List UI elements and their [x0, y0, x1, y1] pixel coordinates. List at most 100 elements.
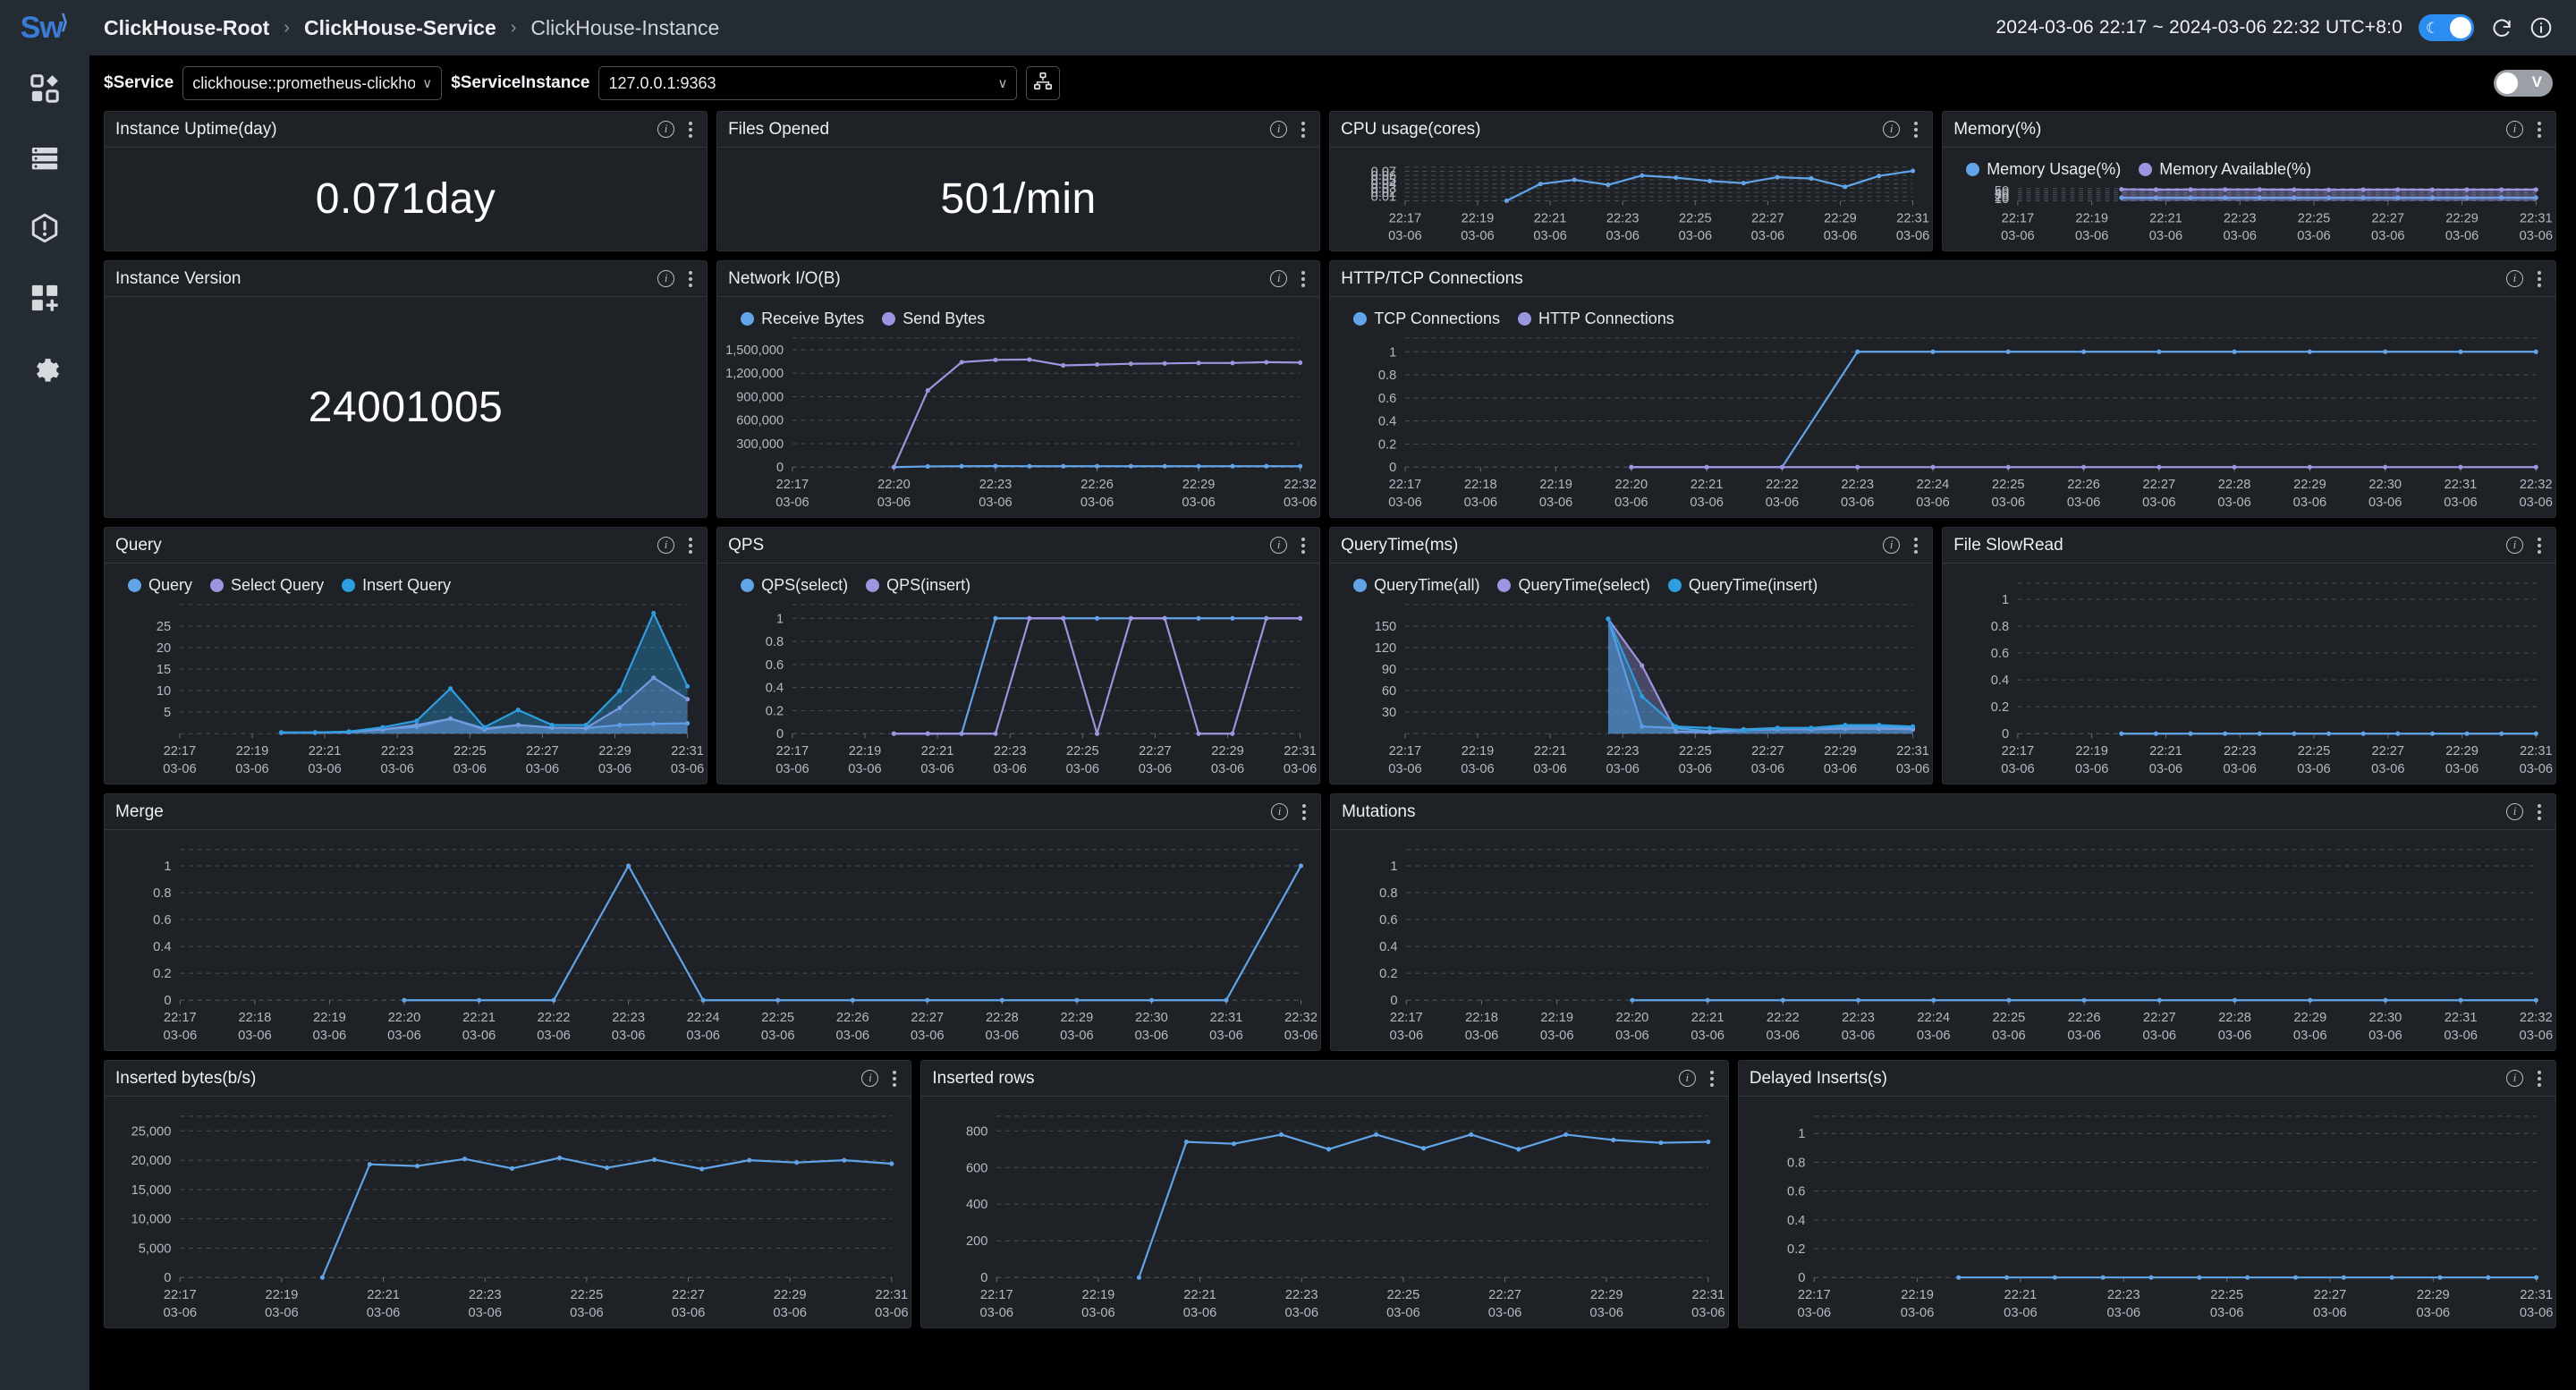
svg-text:03-06: 03-06: [1615, 1029, 1649, 1043]
time-range-picker[interactable]: 2024-03-06 22:17 ~ 2024-03-06 22:32 UTC+…: [1996, 17, 2402, 38]
svg-text:03-06: 03-06: [2520, 229, 2553, 243]
more-vertical-icon[interactable]: [1912, 120, 1919, 140]
panel-title: Delayed Inserts(s): [1749, 1068, 1887, 1088]
info-icon[interactable]: i: [2506, 1070, 2523, 1087]
svg-text:22:21: 22:21: [309, 744, 342, 759]
svg-text:22:19: 22:19: [1462, 211, 1495, 225]
svg-text:03-06: 03-06: [2218, 1029, 2252, 1043]
chart-canvas[interactable]: 0 0.2 0.4 0.6 0.8 1 22:17 03-06 22:18 03-06 22:19 0…: [1330, 297, 2555, 517]
more-vertical-icon[interactable]: [687, 269, 694, 289]
svg-text:03-06: 03-06: [1183, 1306, 1217, 1320]
chart-canvas[interactable]: 0 0.2 0.4 0.6 0.8 1 22:17 03-06 22:19 03-06 22:21 0…: [1739, 1097, 2555, 1327]
breadcrumb-item-service[interactable]: ClickHouse-Service: [304, 16, 496, 40]
chart-canvas[interactable]: 30 60 90 120 150 22:17 03-06 22:19 03-06 22:21 03-…: [1330, 564, 1932, 784]
breadcrumb-item-root[interactable]: ClickHouse-Root: [104, 16, 269, 40]
panel-title: Query: [115, 535, 162, 555]
chart-canvas[interactable]: 0 300,000 600,000 900,000 1,200,000 1,500,000…: [717, 297, 1319, 517]
more-vertical-icon[interactable]: [687, 120, 694, 140]
more-vertical-icon[interactable]: [1300, 269, 1307, 289]
chart-canvas[interactable]: 10 20 30 40 50 22:17 03-06 22:19 03-06 22:21 03-06…: [1943, 148, 2555, 250]
refresh-icon[interactable]: [2490, 16, 2513, 39]
chart-canvas[interactable]: 0 200 400 600 800 22:17 03-06 22:19 03-06 22:21 03…: [921, 1097, 1727, 1327]
breadcrumb-item-instance[interactable]: ClickHouse-Instance: [530, 16, 719, 40]
info-icon[interactable]: i: [2505, 121, 2523, 138]
more-vertical-icon[interactable]: [1301, 802, 1308, 822]
svg-text:03-06: 03-06: [1388, 229, 1421, 243]
svg-text:03-06: 03-06: [1992, 496, 2025, 510]
info-icon[interactable]: i: [2505, 270, 2523, 287]
sidebar-item-settings[interactable]: [0, 335, 89, 404]
info-icon[interactable]: i: [657, 537, 675, 554]
sidebar: Sw⟩: [0, 0, 89, 1390]
info-icon[interactable]: i: [1271, 803, 1289, 820]
more-vertical-icon[interactable]: [1912, 536, 1919, 555]
svg-text:5,000: 5,000: [139, 1242, 172, 1256]
info-icon[interactable]: i: [861, 1070, 879, 1087]
chart-canvas[interactable]: 0.01 0.02 0.03 0.04 0.05 0.06 0.07 22:17 03-06 22…: [1330, 148, 1932, 250]
skywalking-logo[interactable]: Sw⟩: [0, 0, 89, 55]
svg-text:22:23: 22:23: [381, 744, 414, 759]
topology-button[interactable]: [1026, 66, 1061, 100]
info-icon[interactable]: i: [1678, 1070, 1696, 1087]
info-icon[interactable]: i: [657, 121, 675, 138]
more-vertical-icon[interactable]: [2536, 536, 2543, 555]
panel-header: Network I/O(B) i: [717, 261, 1320, 297]
chart-canvas[interactable]: 0 0.2 0.4 0.6 0.8 1 22:17 03-06 22:18 03-06 22:19 0…: [105, 830, 1320, 1050]
sidebar-item-services[interactable]: [0, 125, 89, 195]
chart-canvas[interactable]: 0 0.2 0.4 0.6 0.8 1 22:17 03-06 22:19 03-06 22:21 0…: [1943, 564, 2555, 784]
info-icon[interactable]: i: [1883, 537, 1901, 554]
info-icon[interactable]: i: [2506, 803, 2523, 820]
theme-toggle-knob: [2450, 17, 2471, 38]
more-vertical-icon[interactable]: [687, 536, 694, 555]
panel-merge: Merge i 0 0.2 0.4 0.6 0.8 1 22:17 03-06 22:18 03-06…: [104, 793, 1322, 1051]
info-icon[interactable]: i: [657, 270, 675, 287]
svg-text:03-06: 03-06: [877, 496, 911, 510]
more-vertical-icon[interactable]: [2536, 120, 2543, 140]
more-vertical-icon[interactable]: [1300, 120, 1307, 140]
svg-text:03-06: 03-06: [1389, 496, 1422, 510]
chart-canvas[interactable]: 0 5,000 10,000 15,000 20,000 25,000 22:17 03-06…: [105, 1097, 911, 1327]
more-vertical-icon[interactable]: [1708, 1069, 1716, 1089]
svg-text:03-06: 03-06: [2445, 229, 2479, 243]
panel-instance-version: Instance Version i 24001005: [104, 260, 708, 518]
svg-text:90: 90: [1382, 663, 1396, 677]
theme-toggle[interactable]: ☾: [2419, 14, 2474, 41]
svg-text:22:25: 22:25: [2298, 211, 2331, 225]
info-icon[interactable]: i: [1270, 270, 1288, 287]
info-icon[interactable]: i: [1883, 121, 1901, 138]
svg-text:22:23: 22:23: [1606, 211, 1640, 225]
view-mode-toggle[interactable]: V: [2494, 70, 2553, 97]
svg-text:22:31: 22:31: [671, 744, 704, 759]
svg-text:22:29: 22:29: [598, 744, 631, 759]
sidebar-item-alerts[interactable]: [0, 195, 89, 265]
sidebar-item-dashboard[interactable]: [0, 55, 89, 125]
info-icon[interactable]: i: [2505, 537, 2523, 554]
instance-select[interactable]: 127.0.0.1:9363 ∨: [598, 66, 1018, 100]
service-select[interactable]: clickhouse::prometheus-clickho ∨: [182, 66, 443, 100]
panel-tools: i: [1271, 802, 1308, 822]
info-icon[interactable]: [2529, 16, 2553, 39]
sidebar-item-add-widget[interactable]: [0, 265, 89, 335]
service-filter-label: $Service: [104, 73, 174, 92]
svg-text:0.6: 0.6: [153, 913, 171, 928]
more-vertical-icon[interactable]: [1300, 536, 1307, 555]
chart-canvas[interactable]: 0 0.2 0.4 0.6 0.8 1 22:17 03-06 22:18 03-06 22:19 0…: [1331, 830, 2555, 1050]
svg-text:0.07: 0.07: [1371, 165, 1396, 179]
svg-text:22:31: 22:31: [2445, 478, 2478, 492]
more-vertical-icon[interactable]: [891, 1069, 898, 1089]
more-vertical-icon[interactable]: [2536, 802, 2543, 822]
panel-header: Files Opened i: [717, 112, 1320, 148]
svg-text:1: 1: [776, 612, 784, 626]
svg-text:22:27: 22:27: [2143, 478, 2176, 492]
svg-text:22:25: 22:25: [1679, 744, 1712, 759]
dashboard-row: Instance Uptime(day) i 0.071day Files Opene…: [104, 111, 2556, 251]
info-icon[interactable]: i: [1270, 537, 1288, 554]
dashboard-row: Query i Query Select Query Insert Query 5 10 15…: [104, 527, 2556, 784]
chart-canvas[interactable]: 5 10 15 20 25 22:17 03-06 22:19 03-06 22:21 03-06 2…: [105, 564, 707, 784]
more-vertical-icon[interactable]: [2536, 1069, 2543, 1089]
svg-text:03-06: 03-06: [2371, 762, 2404, 776]
chart-canvas[interactable]: 0 0.2 0.4 0.6 0.8 1 22:17 03-06 22:19 03-06 22:21 0…: [717, 564, 1319, 784]
info-icon[interactable]: i: [1270, 121, 1288, 138]
svg-text:22:19: 22:19: [2076, 211, 2109, 225]
more-vertical-icon[interactable]: [2536, 269, 2543, 289]
